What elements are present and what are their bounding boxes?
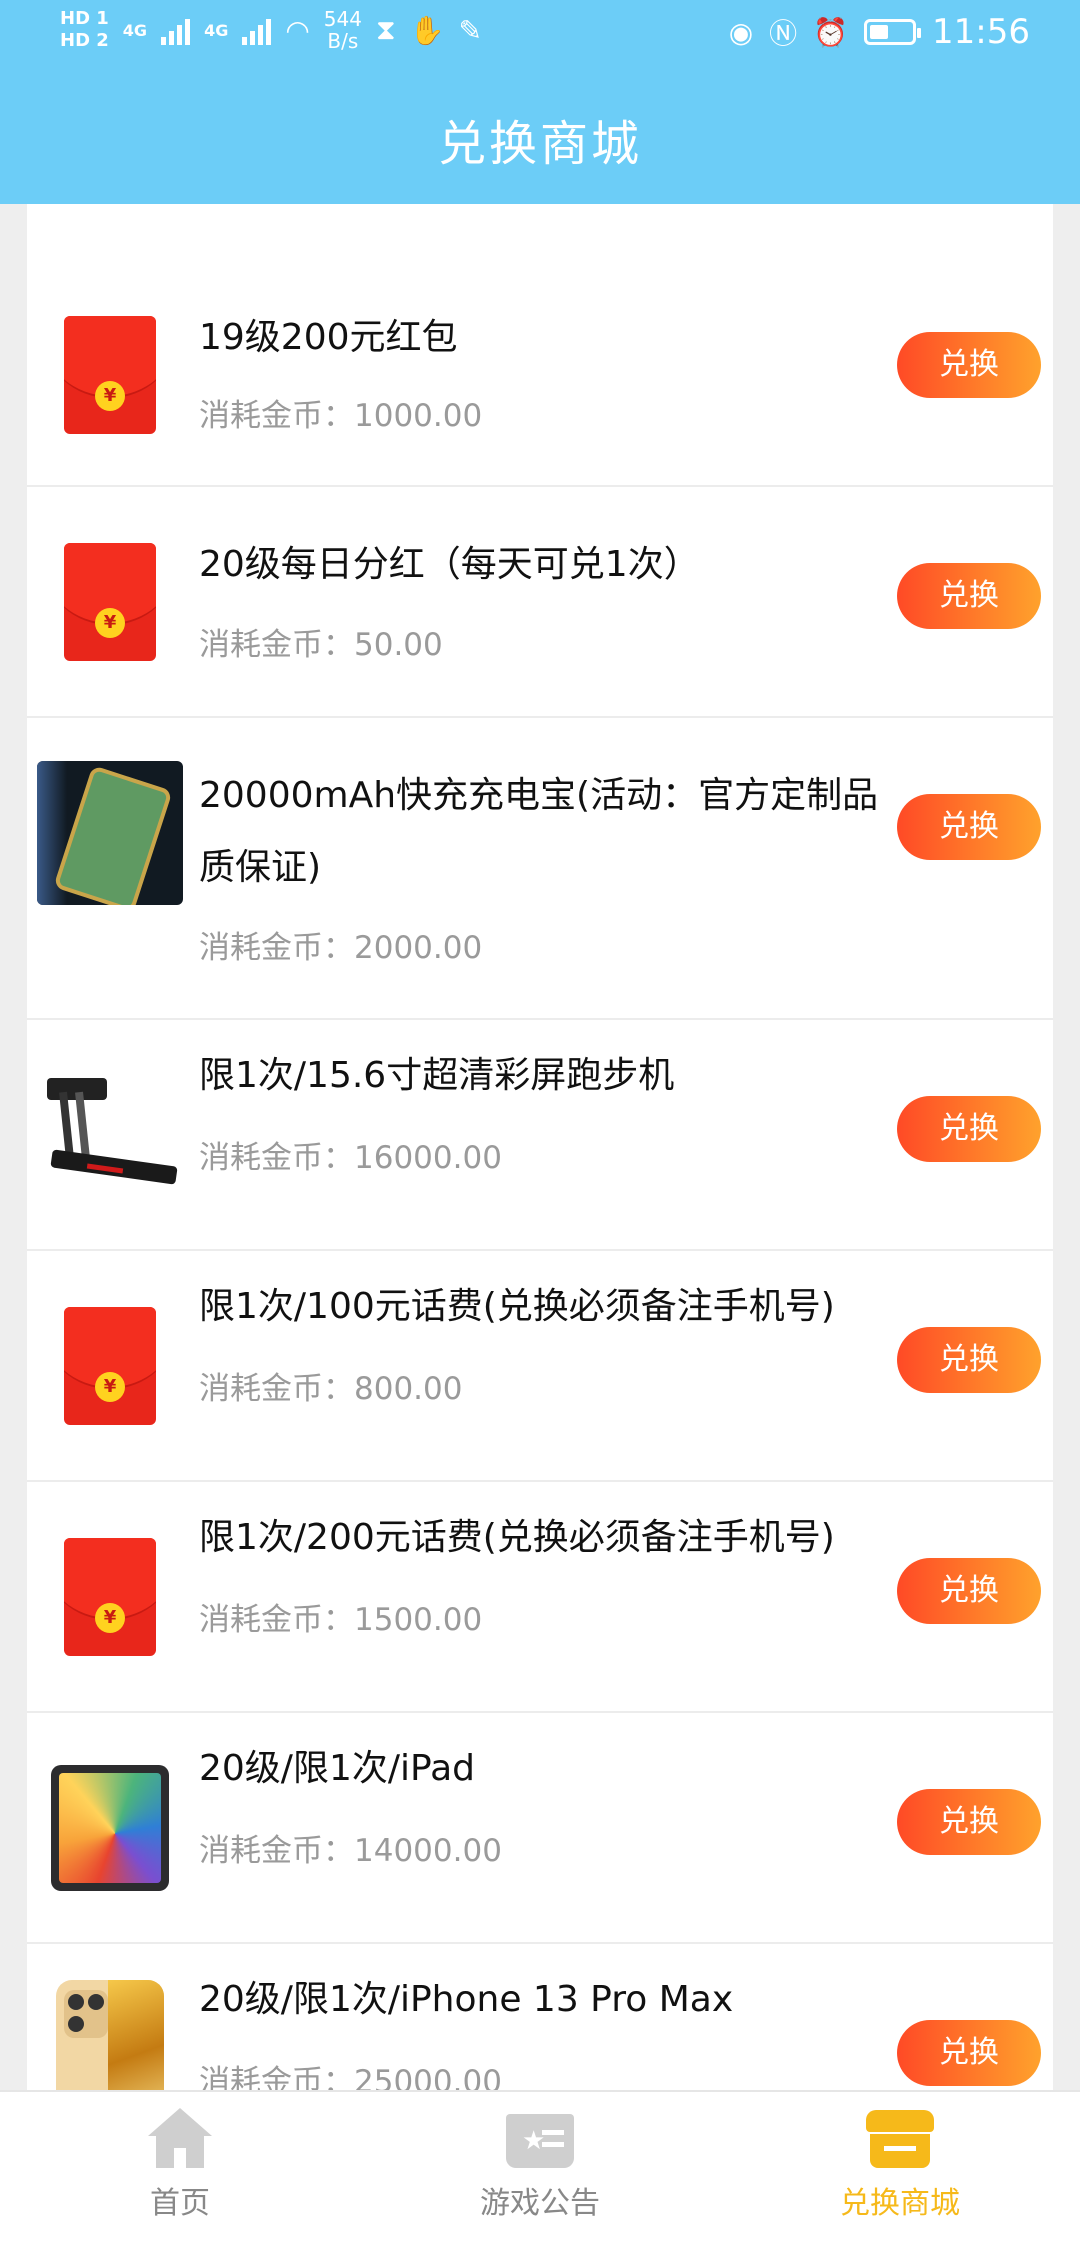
item-title: 20级/限1次/iPhone 13 Pro Max	[199, 1979, 734, 2020]
item-cost: 消耗金币：14000.00	[199, 1825, 502, 1870]
item-title: 19级200元红包	[199, 317, 458, 358]
list-item: 20级/限1次/iPhone 13 Pro Max 消耗金币：25000.00 …	[27, 1944, 1053, 2090]
item-cost: 消耗金币：25000.00	[199, 2056, 502, 2090]
red-envelope-icon: ¥	[37, 1524, 183, 1670]
cost-value: 50.00	[354, 627, 443, 663]
net2-label: 4G	[204, 20, 229, 40]
net1-label: 4G	[122, 20, 148, 40]
wifi-icon: ◠	[285, 13, 310, 47]
hand-icon: ✋	[409, 13, 445, 47]
ipad-image	[37, 1755, 183, 1901]
item-cost: 消耗金币：50.00	[199, 619, 443, 664]
status-left: HD 1 HD 2 4G 4G ◠ 544 B/s ⧗ ✋ ✎	[60, 8, 482, 52]
redeem-button[interactable]: 兑换	[897, 1096, 1041, 1162]
tab-game-notice-label: 游戏公告	[480, 2186, 600, 2221]
redeem-button[interactable]: 兑换	[897, 794, 1041, 860]
item-title: 限1次/100元话费(兑换必须备注手机号)	[199, 1286, 835, 1327]
list-item: ¥ 限1次/100元话费(兑换必须备注手机号) 消耗金币：800.00 兑换	[27, 1251, 1053, 1482]
clock: 11:56	[932, 12, 1030, 52]
battery-icon	[864, 19, 922, 45]
item-cost: 消耗金币：16000.00	[199, 1132, 502, 1177]
redeem-button[interactable]: 兑换	[897, 332, 1041, 398]
cost-prefix: 消耗金币：	[199, 1833, 354, 1869]
cost-value: 16000.00	[354, 1140, 502, 1176]
list-item: 20级/限1次/iPad 消耗金币：14000.00 兑换	[27, 1713, 1053, 1944]
signal2-icon	[242, 15, 272, 45]
power-bank-image	[37, 760, 183, 906]
item-title: 限1次/15.6寸超清彩屏跑步机	[199, 1055, 675, 1096]
cost-value: 1500.00	[354, 1602, 483, 1638]
item-cost: 消耗金币：2000.00	[199, 922, 482, 967]
tab-home[interactable]: 首页	[80, 2108, 280, 2222]
item-cost: 消耗金币：800.00	[199, 1363, 462, 1408]
status-bar: HD 1 HD 2 4G 4G ◠ 544 B/s ⧗ ✋ ✎ ◉ Ⓝ ⏰ 11…	[0, 0, 1080, 72]
list-item: 20000mAh快充充电宝(活动：官方定制品质保证) 消耗金币：2000.00 …	[27, 718, 1053, 1020]
sim2-label: HD 2	[60, 30, 109, 51]
speed-value: 544	[323, 7, 362, 31]
tab-home-label: 首页	[150, 2186, 210, 2221]
item-cost: 消耗金币：1000.00	[199, 390, 482, 435]
speed-unit: B/s	[327, 29, 359, 53]
notice-icon: ★	[504, 2108, 576, 2170]
cost-prefix: 消耗金币：	[199, 627, 354, 663]
tab-shop[interactable]: 兑换商城	[800, 2108, 1000, 2222]
treadmill-image	[37, 1062, 183, 1208]
shop-icon	[864, 2108, 936, 2170]
cost-prefix: 消耗金币：	[199, 930, 354, 966]
app-header: HD 1 HD 2 4G 4G ◠ 544 B/s ⧗ ✋ ✎ ◉ Ⓝ ⏰ 11…	[0, 0, 1080, 204]
network-speed: 544 B/s	[324, 8, 362, 52]
cost-prefix: 消耗金币：	[199, 1371, 354, 1407]
alipay-icon: ✎	[458, 13, 482, 47]
tab-shop-label: 兑换商城	[840, 2186, 960, 2221]
item-title: 20级每日分红（每天可兑1次）	[199, 544, 700, 585]
cost-prefix: 消耗金币：	[199, 398, 354, 434]
item-title: 20级/限1次/iPad	[199, 1748, 475, 1789]
redeem-button[interactable]: 兑换	[897, 2020, 1041, 2086]
cost-prefix: 消耗金币：	[199, 1140, 354, 1176]
nfc-icon: Ⓝ	[769, 17, 798, 50]
iphone-image	[37, 1980, 183, 2090]
item-cost: 消耗金币：1500.00	[199, 1594, 482, 1639]
red-envelope-icon: ¥	[37, 1293, 183, 1439]
redeem-button[interactable]: 兑换	[897, 563, 1041, 629]
redeem-button[interactable]: 兑换	[897, 1327, 1041, 1393]
cost-value: 14000.00	[354, 1833, 502, 1869]
cost-value: 25000.00	[354, 2064, 502, 2090]
list-item: ¥ 20级每日分红（每天可兑1次） 消耗金币：50.00 兑换	[27, 487, 1053, 718]
redeem-button[interactable]: 兑换	[897, 1789, 1041, 1855]
signal1-icon	[161, 15, 191, 45]
cost-prefix: 消耗金币：	[199, 1602, 354, 1638]
list-item: ¥ 19级200元红包 消耗金币：1000.00 兑换	[27, 204, 1053, 487]
hourglass-icon: ⧗	[375, 13, 396, 46]
item-title: 限1次/200元话费(兑换必须备注手机号)	[199, 1517, 835, 1558]
cost-value: 1000.00	[354, 398, 483, 434]
status-right: ◉ Ⓝ ⏰ 11:56	[729, 12, 1030, 52]
item-title: 20000mAh快充充电宝(活动：官方定制品质保证)	[199, 775, 879, 888]
cost-value: 2000.00	[354, 930, 483, 966]
red-envelope-icon: ¥	[37, 302, 183, 448]
cost-value: 800.00	[354, 1371, 463, 1407]
list-item: 限1次/15.6寸超清彩屏跑步机 消耗金币：16000.00 兑换	[27, 1020, 1053, 1251]
sim-indicator: HD 1 HD 2	[60, 8, 109, 52]
page-title: 兑换商城	[437, 116, 642, 172]
bottom-tab-bar: 首页 ★ 游戏公告 兑换商城	[0, 2090, 1080, 2244]
eye-icon: ◉	[728, 15, 754, 49]
home-icon	[144, 2108, 216, 2170]
sim1-label: HD 1	[60, 8, 109, 29]
list-item: ¥ 限1次/200元话费(兑换必须备注手机号) 消耗金币：1500.00 兑换	[27, 1482, 1053, 1713]
redeem-button[interactable]: 兑换	[897, 1558, 1041, 1624]
product-list[interactable]: ¥ 19级200元红包 消耗金币：1000.00 兑换 ¥ 20级每日分红（每天…	[27, 204, 1053, 2090]
red-envelope-icon: ¥	[37, 529, 183, 675]
alarm-icon: ⏰	[813, 15, 849, 49]
tab-game-notice[interactable]: ★ 游戏公告	[440, 2108, 640, 2222]
cost-prefix: 消耗金币：	[199, 2064, 354, 2090]
